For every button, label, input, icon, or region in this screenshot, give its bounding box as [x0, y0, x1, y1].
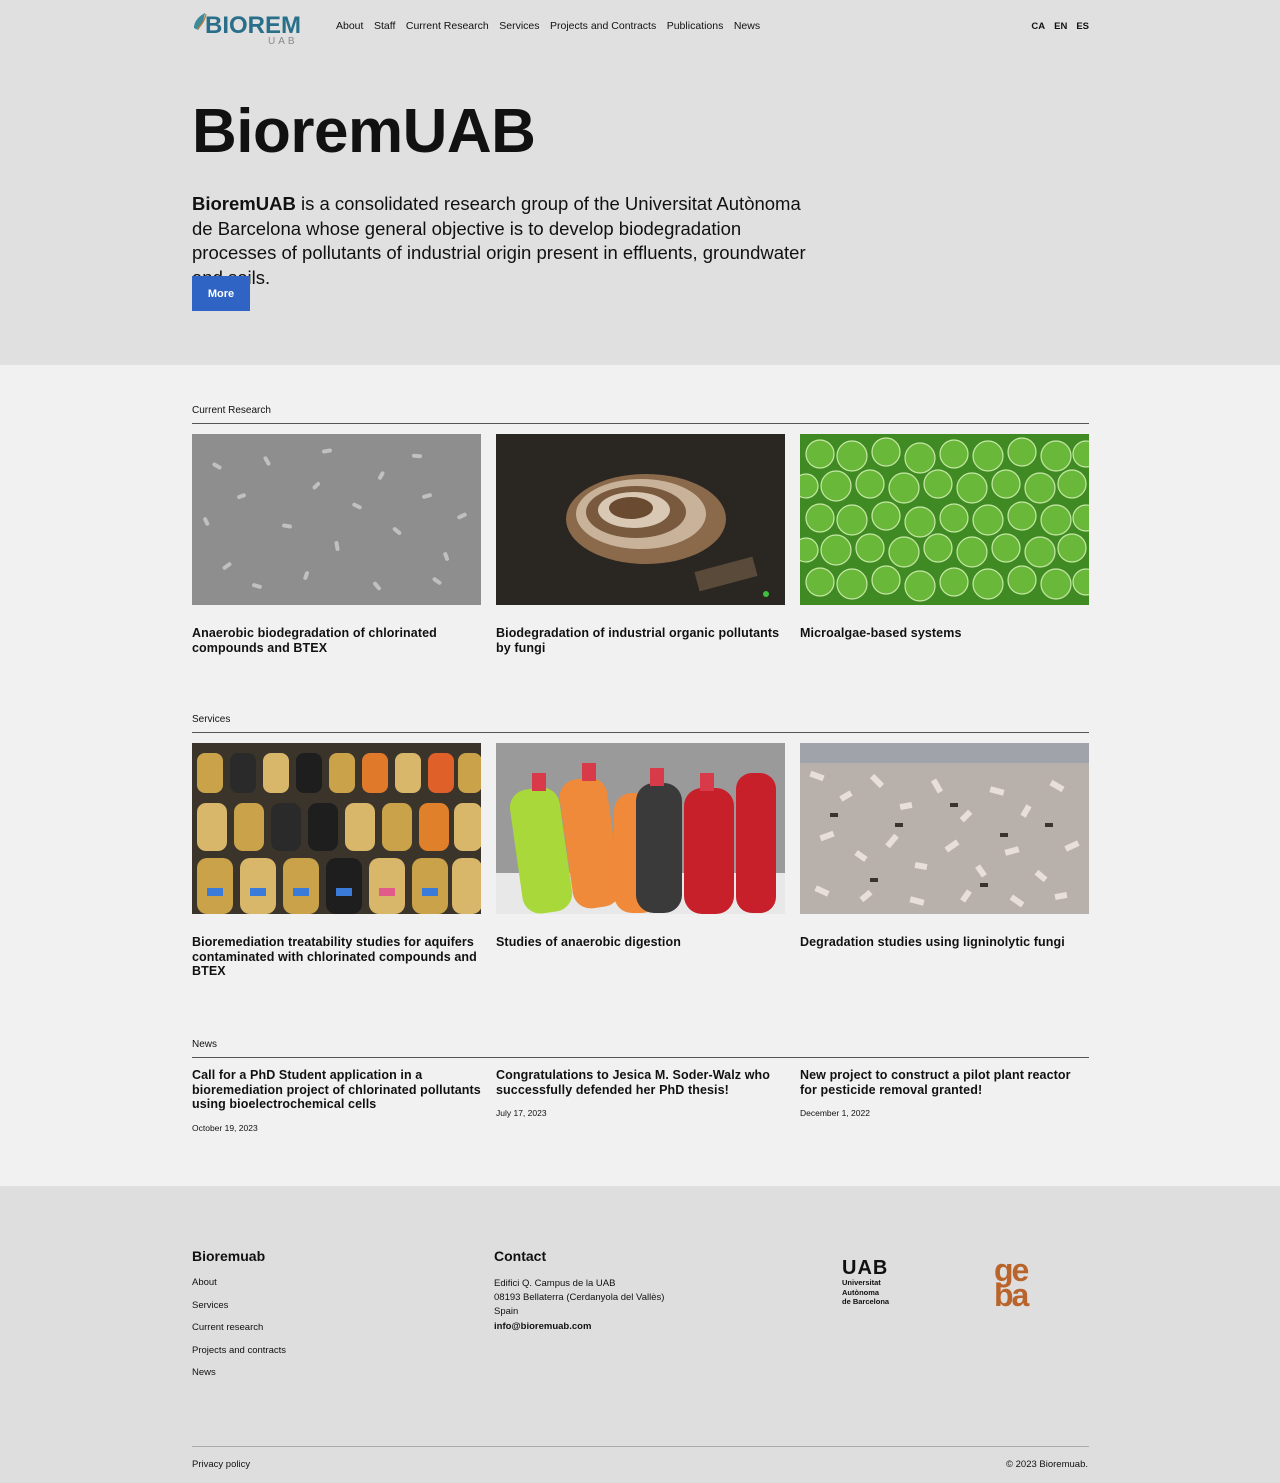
card-title[interactable]: Anaerobic biodegradation of chlorinated … [192, 626, 481, 655]
uab-logo-mark: UAB [842, 1257, 889, 1279]
section-label: Current Research [192, 405, 271, 416]
nav-publications[interactable]: Publications [667, 20, 724, 32]
card-title[interactable]: Microalgae-based systems [800, 626, 1089, 641]
logo-subtext: UAB [268, 36, 298, 46]
research-card[interactable]: Anaerobic biodegradation of chlorinated … [192, 434, 481, 655]
news-date: December 1, 2022 [800, 1108, 870, 1118]
nav-services[interactable]: Services [499, 20, 539, 32]
footer-link-about[interactable]: About [192, 1277, 286, 1300]
fungi-photo-image[interactable] [496, 434, 785, 605]
news-date: October 19, 2023 [192, 1122, 258, 1133]
privacy-policy-link[interactable]: Privacy policy [192, 1459, 250, 1470]
site-logo[interactable]: BIOREM UAB [192, 8, 307, 46]
address-line: Edifici Q. Campus de la UAB [494, 1278, 616, 1289]
geba-logo-bottom: ba [994, 1277, 1029, 1313]
news-title[interactable]: Call for a PhD Student application in a … [192, 1068, 481, 1112]
gas-bottles-image[interactable] [496, 743, 785, 914]
service-card[interactable]: Bioremediation treatability studies for … [192, 743, 481, 979]
section-divider [192, 732, 1089, 733]
nav-projects[interactable]: Projects and Contracts [550, 20, 656, 32]
footer-contact: Contact Edifici Q. Campus de la UAB 0819… [494, 1248, 664, 1334]
footer-link-services[interactable]: Services [192, 1300, 286, 1323]
card-title[interactable]: Bioremediation treatability studies for … [192, 935, 481, 979]
uab-logo[interactable]: UAB Universitat Autònoma de Barcelona [842, 1258, 889, 1307]
news-card[interactable]: Congratulations to Jesica M. Soder-Walz … [496, 1068, 785, 1133]
copyright: © 2023 Bioremuab. [1006, 1459, 1088, 1470]
research-card[interactable]: Microalgae-based systems [800, 434, 1089, 655]
hero-intro: BioremUAB is a consolidated research gro… [192, 192, 812, 290]
uab-logo-line: Autònoma [842, 1287, 880, 1297]
contact-email-link[interactable]: info@bioremuab.com [494, 1320, 664, 1334]
lang-en[interactable]: EN [1054, 21, 1067, 32]
nav-current-research[interactable]: Current Research [406, 20, 489, 32]
card-title[interactable]: Studies of anaerobic digestion [496, 935, 785, 950]
microalgae-photo-image[interactable] [800, 434, 1089, 605]
sample-bottles-image[interactable] [192, 743, 481, 914]
section-label: Services [192, 714, 231, 725]
footer-link-news[interactable]: News [192, 1367, 286, 1390]
address-line: Spain [494, 1306, 519, 1318]
section-divider [192, 423, 1089, 424]
news-card[interactable]: New project to construct a pilot plant r… [800, 1068, 1089, 1133]
site-footer: Bioremuab About Services Current researc… [0, 1186, 1280, 1483]
logo-text: BIOREM [205, 12, 301, 39]
contact-title: Contact [494, 1248, 547, 1264]
service-card[interactable]: Studies of anaerobic digestion [496, 743, 785, 979]
card-title[interactable]: Biodegradation of industrial organic pol… [496, 626, 785, 655]
language-switcher: CA EN ES [1031, 21, 1089, 32]
page-title: BioremUAB [192, 97, 536, 166]
wood-chips-image[interactable] [800, 743, 1089, 914]
lang-ca[interactable]: CA [1031, 21, 1045, 32]
address-line: 08193 Bellaterra (Cerdanyola del Vallès) [494, 1292, 665, 1304]
section-label: News [192, 1039, 218, 1050]
more-button[interactable]: More [192, 276, 250, 311]
footer-link-projects[interactable]: Projects and contracts [192, 1345, 286, 1368]
hero-intro-bold: BioremUAB [192, 193, 296, 214]
uab-logo-line: de Barcelona [842, 1297, 890, 1306]
footer-brand-title: Bioremuab [192, 1248, 266, 1264]
geba-logo[interactable]: ge ba [994, 1254, 1029, 1313]
nav-news[interactable]: News [734, 20, 760, 32]
nav-about[interactable]: About [336, 20, 363, 32]
research-card[interactable]: Biodegradation of industrial organic pol… [496, 434, 785, 655]
top-bar: BIOREM UAB About Staff Current Research … [192, 0, 1089, 54]
footer-link-research[interactable]: Current research [192, 1322, 286, 1345]
news-title[interactable]: New project to construct a pilot plant r… [800, 1068, 1089, 1097]
service-card[interactable]: Degradation studies using ligninolytic f… [800, 743, 1089, 979]
bacteria-micrograph-image[interactable] [192, 434, 481, 605]
lang-es[interactable]: ES [1076, 21, 1089, 32]
main-nav: About Staff Current Research Services Pr… [336, 20, 771, 32]
section-divider [192, 1057, 1089, 1058]
news-section: News Call for a PhD Student application … [192, 1039, 1089, 1133]
news-title[interactable]: Congratulations to Jesica M. Soder-Walz … [496, 1068, 785, 1097]
footer-divider [192, 1446, 1089, 1447]
research-section: Current Research Anaerobic biodegradatio… [192, 405, 1089, 655]
biorem-logo-icon: BIOREM UAB [194, 12, 301, 46]
news-card[interactable]: Call for a PhD Student application in a … [192, 1068, 481, 1133]
uab-logo-line: Universitat [842, 1278, 881, 1287]
hero-section: BIOREM UAB About Staff Current Research … [0, 0, 1280, 365]
services-section: Services Bioremediation treatability stu… [192, 714, 1089, 979]
nav-staff[interactable]: Staff [374, 20, 395, 32]
news-date: July 17, 2023 [496, 1108, 547, 1118]
card-title[interactable]: Degradation studies using ligninolytic f… [800, 935, 1089, 950]
footer-links: Bioremuab About Services Current researc… [192, 1248, 286, 1390]
